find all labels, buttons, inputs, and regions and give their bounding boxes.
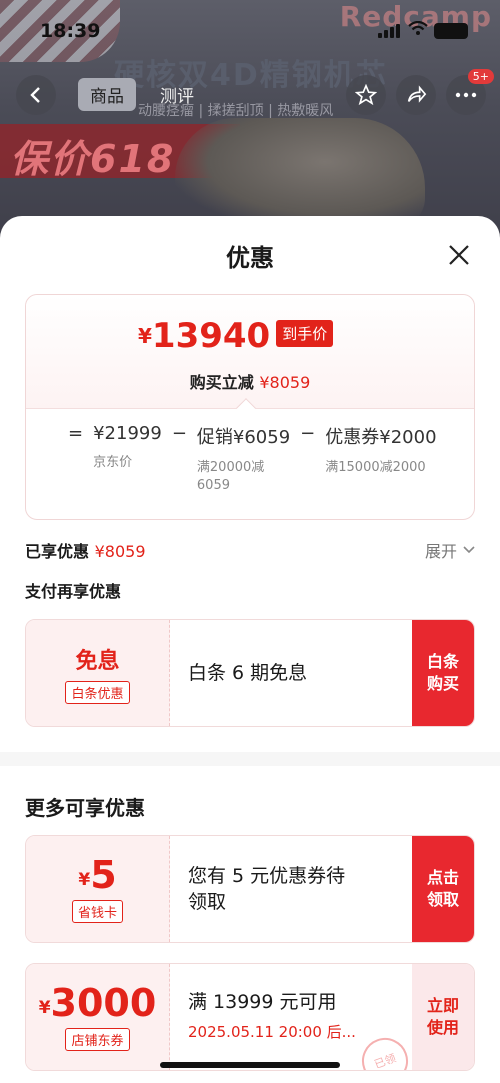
product-tabs: 商品 测评	[78, 78, 206, 111]
formula-op-minus: −	[300, 423, 316, 444]
enjoyed-discount: 已享优惠 ¥8059	[25, 538, 146, 562]
installment-coupon: 免息 白条优惠 白条 6 期免息 白条 购买	[25, 619, 475, 727]
coupon-desc-line1: 满 13999 元可用	[188, 991, 337, 1013]
more-button[interactable]: 5+	[446, 69, 494, 115]
coupon-desc-text: 白条 6 期免息	[188, 662, 308, 684]
formula-list-price: ¥21999 京东价	[93, 423, 162, 495]
back-button[interactable]	[16, 75, 56, 115]
section-divider	[0, 752, 500, 766]
savings-card-coupon: ¥ 5 省钱卡 您有 5 元优惠券待 领取 点击 领取	[25, 835, 475, 943]
star-icon	[355, 84, 377, 106]
formula-promotion: 促销¥6059 满20000减 6059	[197, 423, 290, 495]
coupon-label: 店铺东券	[65, 1027, 130, 1051]
more-icon	[455, 92, 477, 98]
list-price-label: 京东价	[93, 455, 133, 470]
status-bar: 18:39	[0, 0, 500, 44]
baitiao-buy-button[interactable]: 白条 购买	[412, 620, 474, 726]
list-price-value: ¥21999	[93, 423, 162, 444]
pay-more-title: 支付再享优惠	[25, 582, 122, 601]
coupon-description: 满 13999 元可用 2025.05.11 20:00 后...	[188, 964, 356, 1070]
coupon-left: ¥ 3000 店铺东券	[26, 964, 170, 1070]
coupon-value: 优惠券¥2000	[325, 427, 437, 448]
currency-symbol: ¥	[78, 869, 91, 890]
formula-op-minus: −	[171, 423, 187, 444]
coupon-headline: 免息	[75, 648, 120, 674]
coupon-amount-value: 3000	[50, 980, 157, 1025]
reduce-label: 购买立减	[189, 373, 254, 392]
promotion-rule: 满20000减 6059	[196, 460, 265, 493]
formula-op-equals: =	[68, 423, 84, 444]
coupon-desc-line2: 领取	[188, 891, 227, 913]
price-breakdown-card: ¥ 13940 到手价 购买立减 ¥8059 = ¥21999 京东价 − 促销…	[25, 294, 475, 520]
product-nav-bar: 商品 测评 5+	[0, 69, 500, 120]
home-indicator	[160, 1062, 340, 1068]
discount-sheet: 优惠 ¥ 13940 到手价 购买立减 ¥8059 = ¥21999 京东价 −	[0, 216, 500, 1083]
final-price-value: 13940	[151, 316, 271, 356]
close-icon[interactable]	[448, 244, 470, 266]
claim-button[interactable]: 点击 领取	[412, 836, 474, 942]
coupon-description: 白条 6 期免息	[188, 620, 307, 726]
price-formula: = ¥21999 京东价 − 促销¥6059 满20000减 6059 − 优惠…	[58, 423, 458, 495]
back-arrow-icon	[30, 87, 40, 103]
enjoyed-label: 已享优惠	[25, 542, 90, 561]
tab-product[interactable]: 商品	[78, 78, 136, 111]
coupon-amount: ¥ 3000	[39, 984, 157, 1022]
battery-icon	[434, 23, 468, 39]
claimed-stamp: 已领	[355, 1031, 415, 1070]
nav-actions: 5+	[346, 69, 494, 115]
store-coupon: ¥ 3000 店铺东券 满 13999 元可用 2025.05.11 20:00…	[25, 963, 475, 1071]
final-price-tag: 到手价	[276, 320, 334, 347]
coupon-left: 免息 白条优惠	[26, 620, 170, 726]
expand-button[interactable]: 展开	[425, 538, 475, 562]
share-button[interactable]	[396, 75, 436, 115]
expand-label: 展开	[424, 542, 457, 561]
sheet-title: 优惠	[226, 244, 274, 272]
chevron-down-icon	[463, 546, 475, 554]
reduce-amount: ¥8059	[259, 373, 311, 392]
notification-badge: 5+	[467, 69, 494, 84]
instant-reduce: 购买立减 ¥8059	[26, 369, 474, 393]
coupon-label: 省钱卡	[71, 899, 123, 923]
more-offers-title: 更多可享优惠	[25, 796, 145, 820]
coupon-amount: ¥ 5	[78, 856, 116, 894]
share-icon	[407, 85, 427, 103]
enjoyed-amount: ¥8059	[94, 542, 146, 561]
coupon-label: 白条优惠	[65, 680, 130, 704]
status-time: 18:39	[40, 20, 101, 42]
currency-symbol: ¥	[138, 324, 152, 348]
favorite-button[interactable]	[346, 75, 386, 115]
promo-text: 保价618	[10, 137, 176, 181]
final-price-section: ¥ 13940 到手价 购买立减 ¥8059	[26, 295, 474, 409]
coupon-description: 您有 5 元优惠券待 领取	[188, 836, 345, 942]
coupon-amount-value: 5	[90, 852, 117, 897]
coupon-desc-line1: 您有 5 元优惠券待	[188, 865, 346, 887]
use-now-button[interactable]: 立即 使用	[412, 964, 474, 1070]
formula-coupon: 优惠券¥2000 满15000减2000	[325, 423, 436, 495]
wifi-icon	[408, 21, 428, 35]
coupon-rule: 满15000减2000	[325, 460, 426, 475]
coupon-expiry: 2025.05.11 20:00 后...	[188, 1023, 356, 1041]
currency-symbol: ¥	[38, 997, 51, 1018]
final-price: ¥ 13940 到手价	[138, 316, 334, 356]
signal-icon	[378, 24, 400, 38]
promotion-value: 促销¥6059	[196, 427, 291, 448]
product-image	[175, 118, 425, 228]
coupon-left: ¥ 5 省钱卡	[26, 836, 170, 942]
tab-review[interactable]: 测评	[148, 78, 206, 111]
